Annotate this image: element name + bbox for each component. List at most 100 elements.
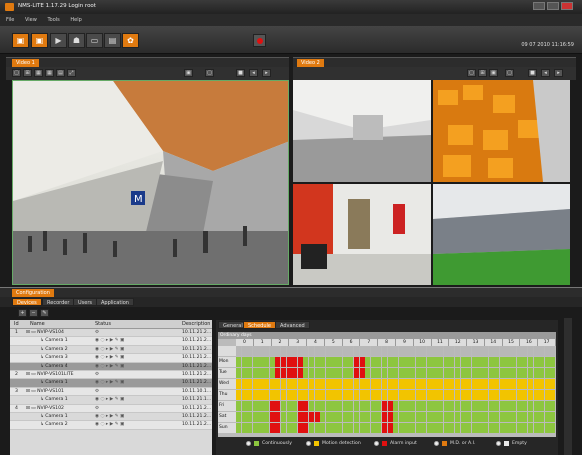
table-row[interactable]: ↳ Camera 1 ◉ ◌ ▸ ▶ ✎ ▣ 10.11.21.2... [10,413,212,422]
schedule-cell[interactable] [376,379,382,389]
schedule-cell[interactable] [264,346,270,356]
schedule-cell[interactable] [381,412,388,422]
schedule-cell[interactable] [381,401,388,411]
schedule-cell[interactable] [258,401,264,411]
schedule-cell[interactable] [421,357,427,367]
schedule-cell[interactable] [426,357,432,367]
schedule-cell[interactable] [483,390,489,400]
schedule-cell[interactable] [275,346,281,356]
schedule-cell[interactable] [522,412,528,422]
schedule-cell[interactable] [370,379,376,389]
schedule-cell[interactable] [539,357,545,367]
schedule-cell[interactable] [499,412,505,422]
layout-2x2-icon[interactable]: ⊞ [23,69,32,77]
schedule-cell[interactable] [488,412,494,422]
schedule-cell[interactable] [297,379,303,389]
schedule-cell[interactable] [337,357,343,367]
schedule-cell[interactable] [488,401,494,411]
schedule-cell[interactable] [539,346,545,356]
schedule-cell[interactable] [275,401,281,411]
schedule-cell[interactable] [511,390,517,400]
schedule-cell[interactable] [483,368,489,378]
schedule-cell[interactable] [449,379,455,389]
schedule-cell[interactable] [533,379,539,389]
schedule-cell[interactable] [404,357,410,367]
window-icon[interactable]: ▢ [505,69,514,77]
schedule-cell[interactable] [292,390,298,400]
schedule-cell[interactable] [410,401,416,411]
schedule-cell[interactable] [466,368,472,378]
schedule-cell[interactable] [550,401,556,411]
schedule-cell[interactable] [247,390,253,400]
schedule-cell[interactable] [539,401,545,411]
schedule-cell[interactable] [241,379,247,389]
schedule-cell[interactable] [415,401,421,411]
col-status[interactable]: Status [95,320,111,329]
schedule-cell[interactable] [426,412,432,422]
schedule-cell[interactable] [275,423,281,433]
layout-3x3-icon[interactable]: ▦ [34,69,43,77]
schedule-cell[interactable] [297,390,303,400]
schedule-cell[interactable] [381,379,388,389]
schedule-cell[interactable] [258,346,264,356]
schedule-cell[interactable] [236,379,242,389]
schedule-cell[interactable] [527,412,534,422]
schedule-cell[interactable] [365,390,371,400]
schedule-cell[interactable] [443,368,449,378]
schedule-cell[interactable] [376,412,382,422]
schedule-cell[interactable] [494,401,500,411]
schedule-cell[interactable] [337,423,343,433]
schedule-cell[interactable] [460,401,466,411]
schedule-cell[interactable] [325,401,331,411]
schedule-cell[interactable] [483,379,489,389]
schedule-cell[interactable] [286,357,292,367]
schedule-cell[interactable] [381,423,388,433]
schedule-cell[interactable] [325,357,331,367]
schedule-cell[interactable] [415,412,421,422]
schedule-cell[interactable] [252,357,258,367]
schedule-cell[interactable] [471,423,477,433]
remove-device-icon[interactable]: − [29,309,38,317]
schedule-cell[interactable] [393,390,399,400]
legend-radio[interactable] [246,441,251,446]
schedule-cell[interactable] [511,346,517,356]
schedule-cell[interactable] [544,401,550,411]
schedule-cell[interactable] [432,401,438,411]
schedule-cell[interactable] [471,401,477,411]
schedule-cell[interactable] [393,379,399,389]
schedule-cell[interactable] [370,423,376,433]
schedule-cell[interactable] [477,423,483,433]
schedule-cell[interactable] [505,368,511,378]
schedule-cell[interactable] [359,390,365,400]
schedule-cell[interactable] [286,368,292,378]
legend-item[interactable]: Continuously [246,441,292,446]
schedule-cell[interactable] [325,346,331,356]
schedule-cell[interactable] [353,346,359,356]
schedule-cell[interactable] [449,390,455,400]
schedule-cell[interactable] [550,423,556,433]
schedule-cell[interactable] [438,401,444,411]
schedule-cell[interactable] [292,379,298,389]
schedule-cell[interactable] [466,357,472,367]
schedule-cell[interactable] [275,368,281,378]
schedule-cell[interactable] [438,423,444,433]
table-row[interactable]: ↳ Camera 2 ◉ ◌ ▸ ▶ ✎ ▣ 10.11.21.2... [10,346,212,355]
schedule-cell[interactable] [421,346,427,356]
schedule-cell[interactable] [236,423,242,433]
tab-application[interactable]: Application [96,298,134,306]
window-icon[interactable]: ▢ [205,69,214,77]
status-icons[interactable]: ⚙ [95,405,99,413]
schedule-cell[interactable] [314,357,320,367]
record-button[interactable] [253,34,266,47]
schedule-cell[interactable] [432,412,438,422]
schedule-cell[interactable] [426,346,432,356]
schedule-cell[interactable] [505,357,511,367]
schedule-cell[interactable] [365,412,371,422]
schedule-cell[interactable] [337,390,343,400]
schedule-cell[interactable] [499,390,505,400]
settings-gear-icon[interactable]: ✿ [122,33,139,48]
schedule-cell[interactable] [438,412,444,422]
schedule-cell[interactable] [269,357,275,367]
schedule-cell[interactable] [342,346,348,356]
schedule-cell[interactable] [269,379,275,389]
